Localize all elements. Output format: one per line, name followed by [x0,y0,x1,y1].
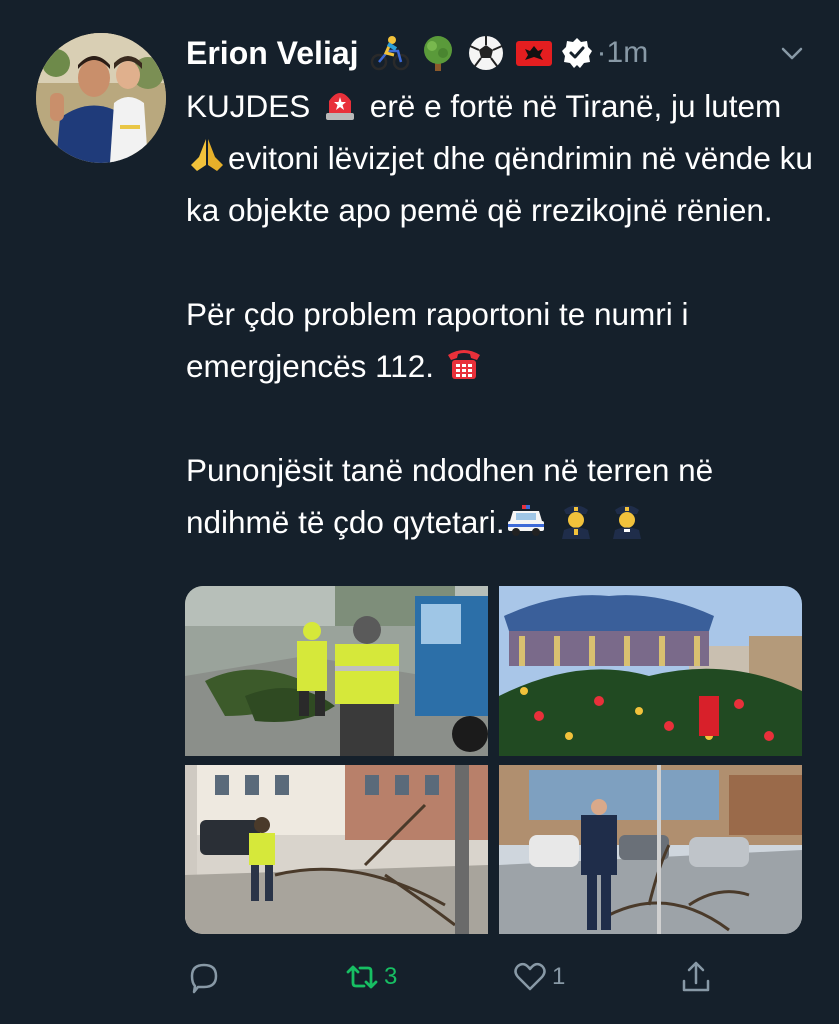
cyclist-emoji [369,32,411,74]
photo-3[interactable] [185,765,488,934]
folded-hands-emoji [186,135,228,175]
tweet-paragraph-2: Për çdo problem raportoni te numri i eme… [186,288,816,392]
soccer-ball-emoji [465,32,507,74]
chevron-down-icon[interactable] [777,38,807,68]
photo-2[interactable] [499,586,802,756]
text-kujdes: KUJDES [186,88,311,124]
tweet-media-grid [185,586,802,934]
police-officer-emoji [606,499,648,539]
telephone-emoji [443,343,485,383]
heart-icon [514,962,546,991]
police-car-emoji [505,499,547,539]
police-officer-woman-emoji [555,499,597,539]
author-avatar[interactable] [36,33,166,163]
tweet-paragraph-3: Punonjësit tanë ndodhen në terren në ndi… [186,444,816,548]
albania-flag-emoji [513,32,555,74]
like-button[interactable]: 1 [512,955,565,999]
verified-badge-icon [561,37,593,69]
retweet-icon [346,965,378,989]
reply-icon [190,963,218,994]
siren-emoji [319,83,361,123]
retweet-count: 3 [384,963,398,990]
tweet: Erion Veliaj ·1m KUJDES erë e fortë në T… [0,0,839,1024]
tweet-header: Erion Veliaj ·1m [186,30,648,76]
tweet-time[interactable]: ·1m [597,36,649,70]
tweet-text: KUJDES erë e fortë në Tiranë, ju lutem e… [186,80,816,548]
share-button[interactable] [678,955,718,999]
reply-button[interactable] [186,955,226,999]
tweet-paragraph-1: KUJDES erë e fortë në Tiranë, ju lutem e… [186,80,816,236]
tree-emoji [417,32,459,74]
retweet-button[interactable]: 3 [344,955,397,999]
like-count: 1 [552,963,566,990]
author-name[interactable]: Erion Veliaj [186,35,359,72]
share-icon [682,961,710,992]
photo-4[interactable] [499,765,802,934]
text-advice: evitoni lëvizjet dhe qëndrimin në vënde … [186,140,813,228]
photo-1[interactable] [185,586,488,756]
text-emergency: Për çdo problem raportoni te numri i eme… [186,296,689,384]
text-warning: erë e fortë në Tiranë, ju lutem [361,88,782,124]
tweet-actions: 3 1 [186,955,726,999]
